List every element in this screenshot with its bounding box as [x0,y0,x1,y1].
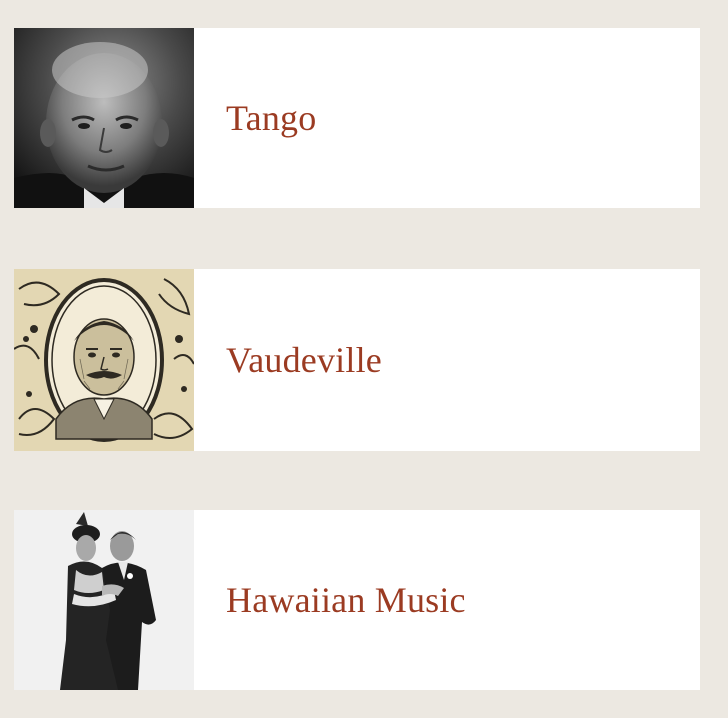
vaudeville-thumbnail[interactable] [14,269,194,451]
topic-title-tango[interactable]: Tango [226,97,316,139]
portrait-bald-man-photo-image [14,28,194,208]
topic-title-hawaiian-music[interactable]: Hawaiian Music [226,579,466,621]
topic-card-tango[interactable]: Tango [14,28,700,208]
topic-card-list: Tango Vaudeville Hawaiian Music [14,28,700,690]
dancing-couple-photo-image [14,510,194,690]
topic-card-vaudeville[interactable]: Vaudeville [14,269,700,451]
topic-title-vaudeville[interactable]: Vaudeville [226,339,382,381]
topic-card-hawaiian-music[interactable]: Hawaiian Music [14,510,700,690]
engraved-portrait-mustached-man-image [14,269,194,451]
hawaiian-music-thumbnail[interactable] [14,510,194,690]
tango-thumbnail[interactable] [14,28,194,208]
